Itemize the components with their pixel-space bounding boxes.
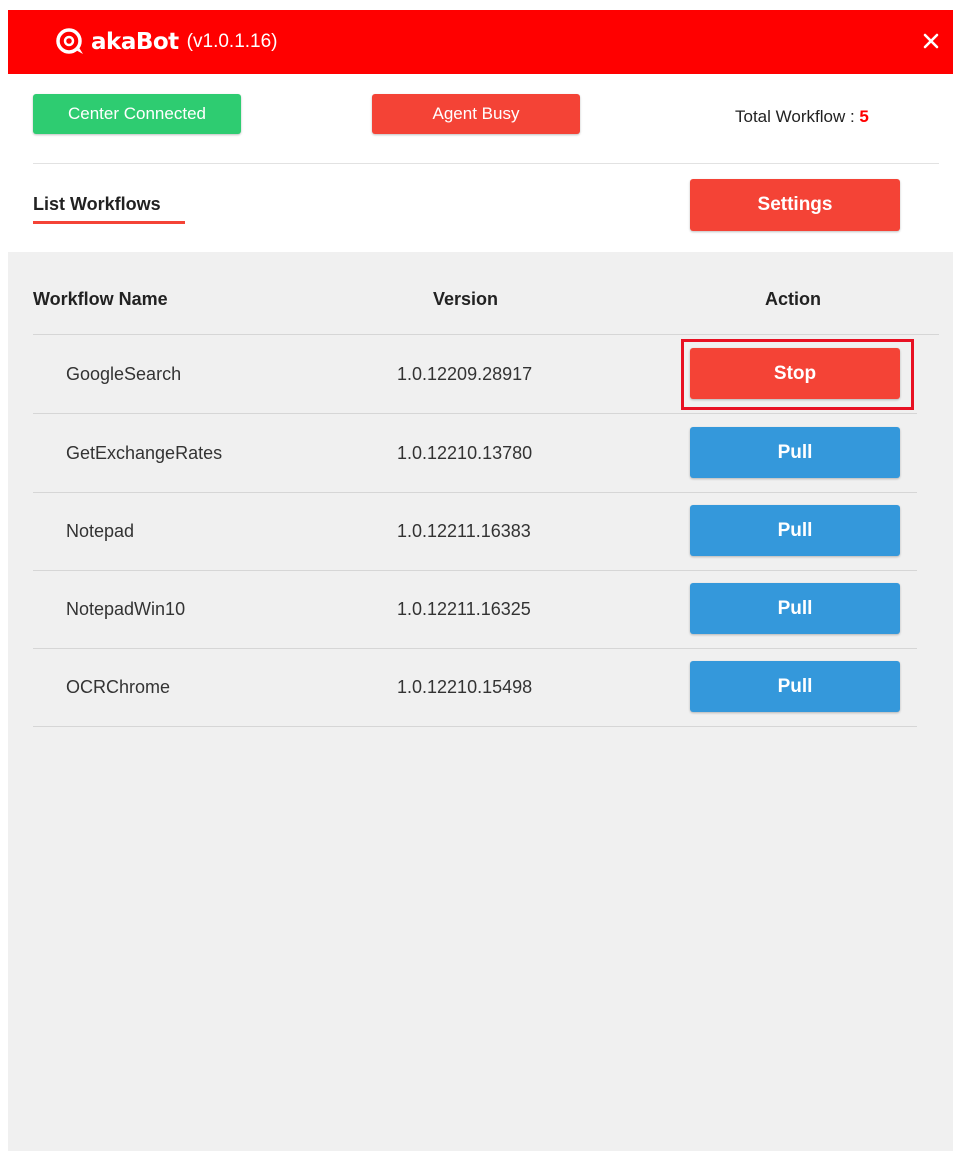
total-workflow-count: 5 [859,107,869,126]
tab-active-indicator [33,221,185,224]
app-logo: akaBot (v1.0.1.16) [54,26,278,58]
workflow-name: OCRChrome [66,677,171,697]
table-row: Notepad 1.0.12211.16383 Pull [33,492,917,571]
column-header-version: Version [433,289,499,309]
pull-button[interactable]: Pull [690,427,900,478]
tab-list-workflows[interactable]: List Workflows [33,194,161,215]
workflow-name: GoogleSearch [66,364,182,384]
app-window: akaBot (v1.0.1.16) Center Connected Agen… [8,10,953,1151]
center-connected-button[interactable]: Center Connected [33,94,241,134]
app-brand-name: akaBot [91,29,179,55]
table-row: GetExchangeRates 1.0.12210.13780 Pull [33,414,917,493]
workflow-name: Notepad [66,521,135,541]
workflow-name: GetExchangeRates [66,443,223,463]
stop-button[interactable]: Stop [690,348,900,399]
status-area: Center Connected Agent Busy Total Workfl… [8,74,953,252]
workflow-version: 1.0.12211.16383 [397,521,531,541]
workflow-version: 1.0.12211.16325 [397,599,531,619]
table-row: GoogleSearch 1.0.12209.28917 Stop [33,335,917,414]
divider [33,163,939,164]
title-bar: akaBot (v1.0.1.16) [8,10,953,74]
pull-button[interactable]: Pull [690,505,900,556]
table-row: OCRChrome 1.0.12210.15498 Pull [33,648,917,727]
settings-button[interactable]: Settings [690,179,900,231]
workflow-version: 1.0.12210.15498 [397,677,533,697]
workflow-name: NotepadWin10 [66,599,186,619]
app-version: (v1.0.1.16) [186,31,278,52]
akabot-logo-icon [56,28,83,54]
close-icon[interactable] [919,29,943,53]
workflow-table: Workflow Name Version Action GoogleSearc… [8,252,953,1151]
pull-button[interactable]: Pull [690,583,900,634]
total-workflow-label: Total Workflow : [735,107,860,126]
column-header-name: Workflow Name [33,289,168,309]
column-header-action: Action [765,289,821,309]
total-workflow: Total Workflow : 5 [735,107,869,127]
agent-busy-button[interactable]: Agent Busy [372,94,580,134]
pull-button[interactable]: Pull [690,661,900,712]
workflow-version: 1.0.12209.28917 [397,364,533,384]
workflow-version: 1.0.12210.13780 [397,443,533,463]
table-row: NotepadWin10 1.0.12211.16325 Pull [33,570,917,649]
